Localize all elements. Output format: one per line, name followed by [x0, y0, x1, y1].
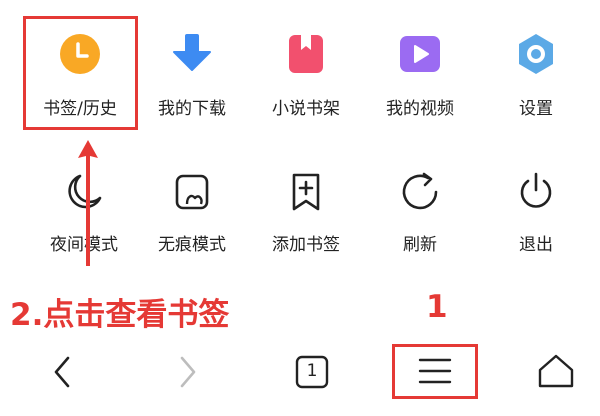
tabs-button[interactable]: 1: [282, 342, 342, 402]
highlight-box-bookmarks: [23, 16, 138, 130]
menu-item-downloads[interactable]: 我的下载: [132, 20, 252, 125]
home-button[interactable]: [526, 342, 586, 402]
menu-item-label: 设置: [519, 99, 553, 119]
back-button[interactable]: [32, 342, 92, 402]
add-bookmark-icon: [292, 173, 320, 211]
menu-item-add-bookmark[interactable]: 添加书签: [246, 160, 366, 260]
menu-icon: [418, 358, 452, 384]
menu-item-bookshelf[interactable]: 小说书架: [246, 20, 366, 125]
menu-item-label: 添加书签: [272, 235, 340, 255]
menu-item-refresh[interactable]: 刷新: [360, 160, 480, 260]
menu-item-label: 我的下载: [158, 99, 226, 119]
annotation-arrow: [73, 138, 103, 268]
refresh-icon: [402, 172, 438, 210]
menu-item-label: 小说书架: [272, 99, 340, 119]
forward-button[interactable]: [158, 342, 218, 402]
menu-item-label: 无痕模式: [158, 235, 226, 255]
tab-count: 1: [306, 361, 318, 381]
menu-item-label: 退出: [519, 235, 553, 255]
menu-item-exit[interactable]: 退出: [476, 160, 596, 260]
menu-item-settings[interactable]: 设置: [476, 20, 596, 125]
bookshelf-icon: [289, 35, 323, 73]
menu-item-label: 我的视频: [386, 99, 454, 119]
video-icon: [400, 36, 440, 72]
annotation-step-2: 2.点击查看书签: [10, 297, 230, 333]
forward-icon: [180, 356, 196, 388]
back-icon: [54, 356, 70, 388]
power-icon: [520, 172, 552, 208]
menu-button[interactable]: [405, 342, 465, 402]
home-icon: [538, 354, 574, 388]
menu-item-my-videos[interactable]: 我的视频: [360, 20, 480, 125]
download-icon: [173, 34, 211, 71]
annotation-step-1: 1: [426, 289, 448, 325]
settings-icon: [519, 34, 553, 74]
incognito-icon: [175, 174, 209, 210]
menu-item-incognito-mode[interactable]: 无痕模式: [132, 160, 252, 260]
menu-item-label: 刷新: [403, 235, 437, 255]
